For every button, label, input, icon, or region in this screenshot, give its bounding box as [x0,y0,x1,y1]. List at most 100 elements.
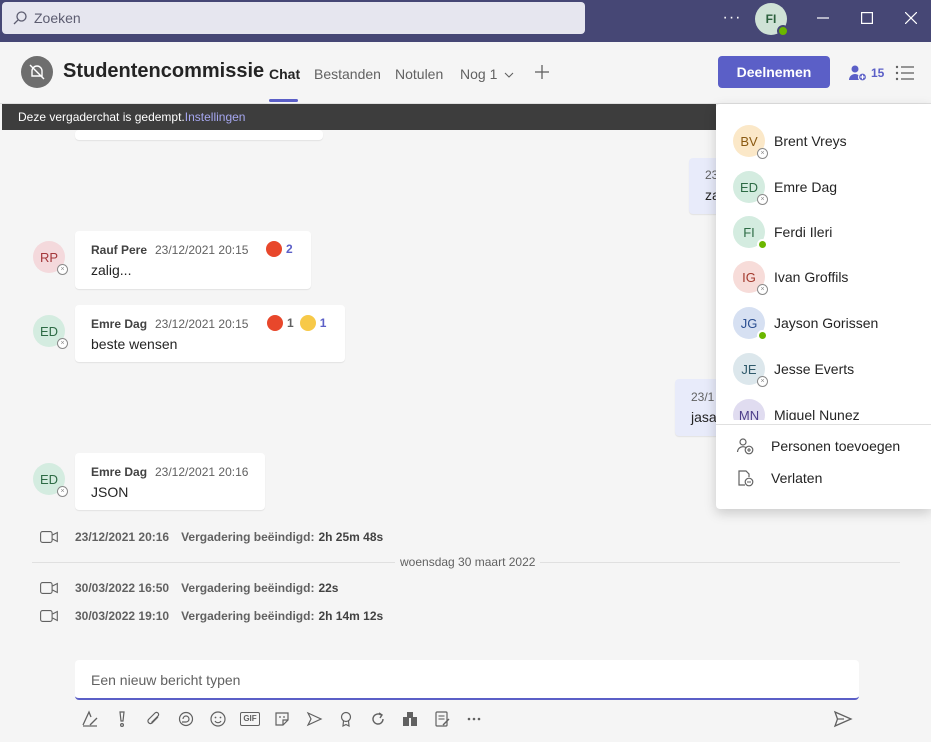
message-compose-input[interactable]: Een nieuw bericht typen [75,660,859,700]
search-input[interactable]: Zoeken [2,2,585,34]
tab-notes[interactable]: Notulen [395,66,443,82]
participant-item[interactable]: JG Jayson Gorissen [716,303,931,343]
tab-chat[interactable]: Chat [269,66,300,82]
avatar-initials: ED [39,323,59,339]
message-bubble[interactable]: Emre Dag 23/12/2021 20:15 beste wensen 1… [75,305,345,362]
event-time: 23/12/2021 20:16 [75,530,170,544]
event-duration: 2h 14m 12s [318,609,384,623]
sticker-icon[interactable] [272,709,292,729]
leave-icon [736,469,756,487]
add-people-icon [736,437,756,455]
send-button[interactable] [833,709,853,729]
attach-icon[interactable] [144,709,164,729]
gif-icon[interactable]: GIF [240,709,260,729]
join-button[interactable]: Deelnemen [718,56,830,88]
participants-list[interactable]: BV × Brent Vreys ED × Emre Dag FI Ferdi … [716,104,931,420]
plus-icon [535,65,549,79]
participants-button[interactable]: 15 [848,62,884,84]
participant-name: Miguel Nunez [774,407,860,420]
avatar-initials: MN [738,407,760,421]
add-people-button[interactable]: Personen toevoegen [716,432,931,460]
away-status-icon: × [57,264,68,275]
own-message-time: 23/1 [691,390,715,404]
avatar-initials: BV [740,133,758,149]
away-status-icon: × [757,376,768,387]
tab-more[interactable]: Nog 1 [460,66,514,82]
online-status-icon [757,239,768,250]
reaction-summary[interactable]: 1 1 [267,315,326,331]
participant-item[interactable]: FI Ferdi Ileri [716,212,931,252]
conversation-details-button[interactable] [895,64,915,82]
message-sender: Emre Dag [91,317,148,331]
participant-item[interactable]: JE × Jesse Everts [716,349,931,389]
participant-item[interactable]: BV × Brent Vreys [716,121,931,161]
add-tab-button[interactable] [532,62,552,82]
apps-icon[interactable] [400,709,420,729]
leave-label: Verlaten [771,470,823,486]
away-status-icon: × [757,148,768,159]
reaction-count: 1 [319,316,327,330]
close-icon [905,12,917,24]
sad-emoji-icon [299,315,316,331]
avatar[interactable]: ED × [33,315,68,349]
approvals-icon[interactable] [432,709,452,729]
avatar[interactable]: ED × [33,463,68,497]
close-button[interactable] [899,6,923,30]
compose-toolbar: GIF [80,708,496,730]
avatar-initials: JE [741,361,757,377]
send-icon [833,710,853,728]
message-bubble[interactable]: Emre Dag 23/12/2021 20:16 JSON [75,453,265,510]
active-tab-indicator [269,99,298,102]
meeting-ended-event: 23/12/2021 20:16 Vergadering beëindigd: … [40,528,383,546]
message-bubble-partial [75,130,323,140]
search-icon [13,11,27,25]
avatar: BV × [733,125,768,159]
participant-item[interactable]: IG × Ivan Groffils [716,257,931,297]
emoji-icon[interactable] [208,709,228,729]
tab-files[interactable]: Bestanden [314,66,381,82]
user-initials: FI [765,12,777,26]
list-icon [895,65,914,81]
angry-emoji-icon [266,241,282,257]
message-sender: Emre Dag [91,465,148,479]
event-time: 30/03/2022 16:50 [75,581,170,595]
leave-button[interactable]: Verlaten [716,464,931,492]
reaction-summary[interactable]: 2 [266,241,293,257]
maximize-button[interactable] [855,6,879,30]
avatar-initials: JG [740,315,758,331]
reaction-count: 1 [287,316,294,330]
event-label: Vergadering beëindigd: [181,530,315,544]
event-label: Vergadering beëindigd: [181,581,315,595]
avatar: FI [733,216,768,250]
schedule-meeting-icon[interactable] [304,709,324,729]
user-avatar[interactable]: FI [755,3,789,37]
message-text: zalig... [91,262,132,278]
settings-link[interactable]: Instellingen [185,110,246,124]
avatar-initials: FI [743,224,755,240]
more-options-button[interactable]: ··· [721,6,743,30]
maximize-icon [861,12,873,24]
message-text: beste wensen [91,336,178,352]
praise-icon[interactable] [336,709,356,729]
avatar: ED × [733,171,768,205]
participant-item[interactable]: MN Miguel Nunez [716,395,931,420]
minimize-icon [817,17,829,19]
message-time: 23/12/2021 20:15 [155,317,249,331]
message-time: 23/12/2021 20:15 [155,243,249,257]
away-status-icon: × [757,194,768,205]
important-icon[interactable] [112,709,132,729]
loop-icon[interactable] [176,709,196,729]
chevron-down-icon [504,72,514,78]
message-bubble[interactable]: Rauf Pere 23/12/2021 20:15 zalig... 2 [75,231,311,289]
meeting-ended-event: 30/03/2022 19:10 Vergadering beëindigd: … [40,607,383,625]
avatar-initials: IG [742,269,756,285]
participant-item[interactable]: ED × Emre Dag [716,167,931,207]
away-status-icon: × [757,284,768,295]
loop-component-icon[interactable] [368,709,388,729]
minimize-button[interactable] [811,6,835,30]
avatar[interactable]: RP × [33,241,68,275]
format-icon[interactable] [80,709,100,729]
event-duration: 2h 25m 48s [318,530,384,544]
more-icon[interactable] [464,709,484,729]
avatar: JG [733,307,768,341]
